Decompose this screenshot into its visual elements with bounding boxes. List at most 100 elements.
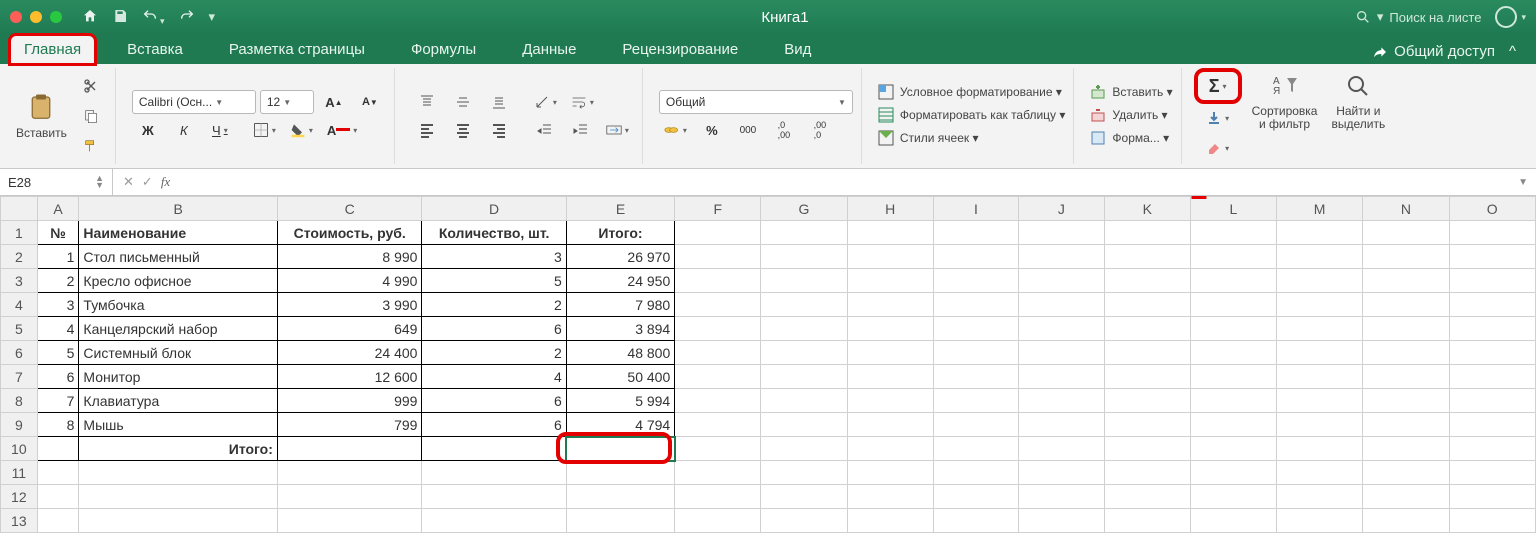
- cell-M9[interactable]: [1276, 413, 1362, 437]
- cell-D11[interactable]: [422, 461, 566, 485]
- cell-A9[interactable]: 8: [37, 413, 79, 437]
- row-header-6[interactable]: 6: [1, 341, 38, 365]
- cell-I4[interactable]: [933, 293, 1018, 317]
- cell-L6[interactable]: [1190, 341, 1276, 365]
- cell-D12[interactable]: [422, 485, 566, 509]
- comma-style-icon[interactable]: 000: [732, 118, 764, 142]
- col-header-M[interactable]: M: [1276, 197, 1362, 221]
- orientation-icon[interactable]: ▾: [529, 90, 562, 114]
- increase-decimal-icon[interactable]: ,0,00: [768, 118, 800, 142]
- cell-K8[interactable]: [1104, 389, 1190, 413]
- cell-F12[interactable]: [675, 485, 761, 509]
- cell-G13[interactable]: [761, 509, 847, 533]
- cell-F4[interactable]: [675, 293, 761, 317]
- align-center-icon[interactable]: [447, 118, 479, 142]
- cell-D7[interactable]: 4: [422, 365, 566, 389]
- cell-G7[interactable]: [761, 365, 847, 389]
- cell-C11[interactable]: [277, 461, 422, 485]
- cell-N7[interactable]: [1363, 365, 1449, 389]
- cell-L12[interactable]: [1190, 485, 1276, 509]
- cell-H4[interactable]: [847, 293, 933, 317]
- align-left-icon[interactable]: [411, 118, 443, 142]
- cell-N11[interactable]: [1363, 461, 1449, 485]
- fill-color-icon[interactable]: ▾: [285, 118, 318, 142]
- cell-C10[interactable]: [277, 437, 422, 461]
- autosum-button[interactable]: Σ▾: [1198, 72, 1238, 100]
- cell-D1[interactable]: Количество, шт.: [422, 221, 566, 245]
- cell-A4[interactable]: 3: [37, 293, 79, 317]
- find-select-icon[interactable]: [1344, 72, 1372, 103]
- row-header-13[interactable]: 13: [1, 509, 38, 533]
- row-header-12[interactable]: 12: [1, 485, 38, 509]
- cell-E5[interactable]: 3 894: [566, 317, 674, 341]
- row-header-10[interactable]: 10: [1, 437, 38, 461]
- cell-L5[interactable]: [1190, 317, 1276, 341]
- cell-B6[interactable]: Системный блок: [79, 341, 277, 365]
- cell-O7[interactable]: [1449, 365, 1536, 389]
- increase-indent-icon[interactable]: [565, 118, 597, 142]
- cell-O2[interactable]: [1449, 245, 1536, 269]
- cell-I9[interactable]: [933, 413, 1018, 437]
- col-header-D[interactable]: D: [422, 197, 566, 221]
- cell-F7[interactable]: [675, 365, 761, 389]
- cell-O8[interactable]: [1449, 389, 1536, 413]
- cell-M4[interactable]: [1276, 293, 1362, 317]
- cell-M12[interactable]: [1276, 485, 1362, 509]
- cell-J4[interactable]: [1019, 293, 1105, 317]
- cell-N5[interactable]: [1363, 317, 1449, 341]
- cell-F10[interactable]: [675, 437, 761, 461]
- save-icon[interactable]: [112, 8, 128, 27]
- cell-O6[interactable]: [1449, 341, 1536, 365]
- cell-I6[interactable]: [933, 341, 1018, 365]
- cell-C13[interactable]: [277, 509, 422, 533]
- col-header-B[interactable]: B: [79, 197, 277, 221]
- decrease-decimal-icon[interactable]: ,00,0: [804, 118, 836, 142]
- cell-J11[interactable]: [1019, 461, 1105, 485]
- cell-M11[interactable]: [1276, 461, 1362, 485]
- cell-K6[interactable]: [1104, 341, 1190, 365]
- cell-G11[interactable]: [761, 461, 847, 485]
- merge-cells-icon[interactable]: ▾: [601, 118, 634, 142]
- cell-C6[interactable]: 24 400: [277, 341, 422, 365]
- cell-K1[interactable]: [1104, 221, 1190, 245]
- align-middle-icon[interactable]: [447, 90, 479, 114]
- tab-review[interactable]: Рецензирование: [608, 35, 752, 64]
- fx-icon[interactable]: fx: [161, 174, 170, 190]
- tab-formulas[interactable]: Формулы: [397, 35, 490, 64]
- cell-J10[interactable]: [1019, 437, 1105, 461]
- col-header-F[interactable]: F: [675, 197, 761, 221]
- cell-L4[interactable]: [1190, 293, 1276, 317]
- cell-H7[interactable]: [847, 365, 933, 389]
- cell-B9[interactable]: Мышь: [79, 413, 277, 437]
- cell-B1[interactable]: Наименование: [79, 221, 277, 245]
- cell-O4[interactable]: [1449, 293, 1536, 317]
- wrap-text-icon[interactable]: ▾: [566, 90, 599, 114]
- cell-K7[interactable]: [1104, 365, 1190, 389]
- cell-K12[interactable]: [1104, 485, 1190, 509]
- cell-D3[interactable]: 5: [422, 269, 566, 293]
- cell-F1[interactable]: [675, 221, 761, 245]
- row-header-3[interactable]: 3: [1, 269, 38, 293]
- enter-formula-icon[interactable]: ✓: [142, 174, 153, 190]
- share-button[interactable]: Общий доступ ^: [1362, 39, 1526, 64]
- cell-A8[interactable]: 7: [37, 389, 79, 413]
- cell-M2[interactable]: [1276, 245, 1362, 269]
- cell-J2[interactable]: [1019, 245, 1105, 269]
- cell-A1[interactable]: №: [37, 221, 79, 245]
- cell-H8[interactable]: [847, 389, 933, 413]
- col-header-C[interactable]: C: [277, 197, 422, 221]
- cell-H3[interactable]: [847, 269, 933, 293]
- cell-E13[interactable]: [566, 509, 674, 533]
- cell-B12[interactable]: [79, 485, 277, 509]
- cell-E2[interactable]: 26 970: [566, 245, 674, 269]
- tab-insert[interactable]: Вставка: [113, 35, 197, 64]
- cell-M3[interactable]: [1276, 269, 1362, 293]
- align-right-icon[interactable]: [483, 118, 515, 142]
- align-top-icon[interactable]: [411, 90, 443, 114]
- decrease-indent-icon[interactable]: [529, 118, 561, 142]
- name-box[interactable]: E28▲▼: [0, 169, 113, 195]
- cell-G12[interactable]: [761, 485, 847, 509]
- cell-H13[interactable]: [847, 509, 933, 533]
- cell-C2[interactable]: 8 990: [277, 245, 422, 269]
- cell-G3[interactable]: [761, 269, 847, 293]
